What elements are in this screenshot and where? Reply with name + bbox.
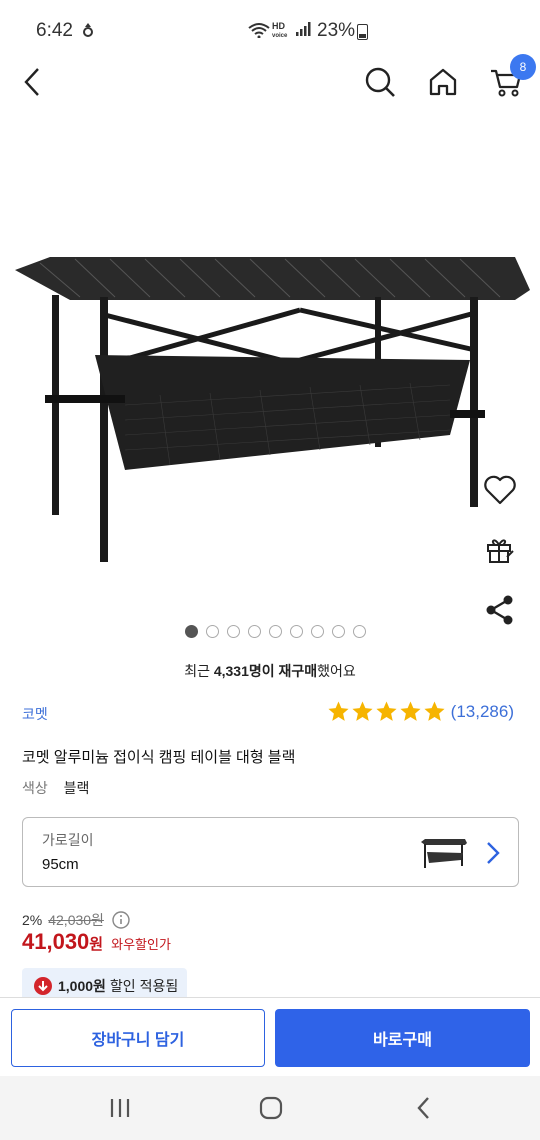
option-thumbnail	[421, 839, 467, 868]
product-image[interactable]	[10, 235, 530, 580]
image-pager	[0, 625, 540, 638]
battery-percent: 23%	[317, 20, 356, 41]
star-icon	[352, 701, 373, 721]
add-to-cart-button[interactable]: 장바구니 담기	[11, 1009, 265, 1067]
buy-now-button[interactable]: 바로구매	[275, 1009, 530, 1067]
rating[interactable]: (13,286)	[327, 700, 514, 723]
heart-icon	[484, 475, 516, 505]
repurchase-suffix: 했어요	[317, 663, 356, 679]
info-icon[interactable]	[112, 911, 130, 929]
repurchase-highlight: 4,331명이 재구매	[213, 663, 318, 679]
price-tag: 와우할인가	[111, 937, 171, 952]
share-button[interactable]	[482, 590, 518, 630]
side-actions	[482, 470, 518, 650]
home-button[interactable]	[421, 60, 465, 104]
gift-icon	[487, 539, 514, 563]
pager-dot[interactable]	[184, 625, 198, 638]
top-nav: 8	[0, 54, 540, 108]
wifi-icon	[248, 22, 270, 43]
search-icon	[365, 67, 395, 97]
chevron-right-icon	[487, 842, 500, 864]
pager-dot[interactable]	[226, 625, 240, 638]
hd-voice-label: HD voice	[272, 21, 288, 40]
pager-dot[interactable]	[205, 625, 219, 638]
pager-dot[interactable]	[247, 625, 261, 638]
coupon-amount: 1,000원	[58, 978, 106, 994]
system-home-button[interactable]	[251, 1094, 291, 1122]
brand-link[interactable]: 코멧	[22, 704, 48, 724]
repurchase-prefix: 최근	[184, 663, 214, 679]
price-unit: 원	[89, 936, 104, 953]
option-label: 가로길이	[42, 832, 94, 848]
original-price: 42,030원	[48, 912, 104, 928]
search-button[interactable]	[358, 60, 402, 104]
product-title: 코멧 알루미늄 접이식 캠핑 테이블 대형 블랙	[22, 749, 296, 766]
recent-apps-button[interactable]	[100, 1094, 140, 1122]
status-time: 6:42	[36, 20, 73, 41]
color-label: 색상	[22, 780, 48, 796]
price-row: 41,030 원 와우할인가	[22, 929, 171, 955]
cart-button[interactable]: 8	[484, 54, 536, 104]
pager-dot[interactable]	[331, 625, 345, 638]
action-bar: 장바구니 담기 바로구매	[0, 997, 540, 1076]
status-bar: 6:42 HD voice 23%	[0, 0, 540, 60]
system-nav-bar	[0, 1076, 540, 1140]
discount-row: 2% 42,030원	[22, 910, 130, 930]
system-back-icon	[417, 1097, 429, 1119]
home-icon	[429, 68, 457, 96]
settings-sync-icon	[82, 22, 94, 43]
option-value: 95cm	[42, 856, 79, 873]
battery-icon	[357, 24, 368, 40]
review-count[interactable]: (13,286)	[451, 702, 514, 722]
recent-apps-icon	[110, 1099, 130, 1117]
color-row: 색상 블랙	[22, 778, 89, 798]
pager-dot[interactable]	[310, 625, 324, 638]
option-selector[interactable]: 가로길이 95cm	[22, 817, 519, 887]
star-icon	[328, 701, 349, 721]
gift-button[interactable]	[482, 530, 518, 570]
pager-dot[interactable]	[289, 625, 303, 638]
share-icon	[486, 595, 513, 625]
sale-price: 41,030	[22, 929, 90, 954]
star-icon	[400, 701, 421, 721]
back-icon	[24, 68, 39, 96]
pager-dot[interactable]	[268, 625, 282, 638]
repurchase-notice: 최근 4,331명이 재구매했어요	[0, 661, 540, 681]
coupon-text: 할인 적용됨	[109, 978, 179, 994]
cart-count-badge: 8	[510, 54, 536, 80]
discount-rate: 2%	[22, 912, 43, 928]
pager-dot[interactable]	[352, 625, 366, 638]
star-icon	[376, 701, 397, 721]
system-back-button[interactable]	[404, 1094, 444, 1122]
down-arrow-icon	[34, 977, 52, 995]
star-icon	[424, 701, 445, 721]
back-button[interactable]	[10, 60, 54, 104]
signal-icon	[296, 22, 312, 36]
color-value: 블랙	[63, 780, 90, 796]
wishlist-button[interactable]	[482, 470, 518, 510]
system-home-icon	[259, 1096, 283, 1120]
